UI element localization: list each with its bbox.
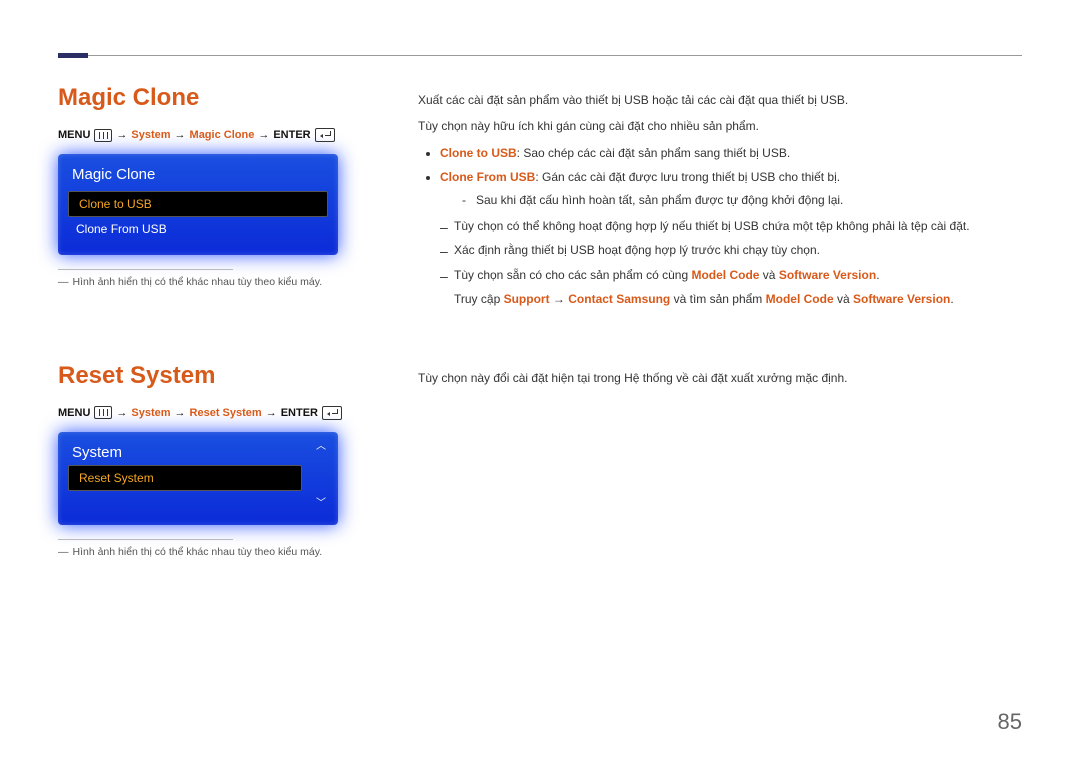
sub-bullet: Sau khi đặt cấu hình hoàn tất, sản phẩm … [462,190,1022,210]
divider [58,269,233,270]
osd-panel-magic-clone: Magic Clone Clone to USB Clone From USB [58,154,338,255]
page-number: 85 [998,709,1022,735]
enter-icon [322,406,342,420]
arrow-icon: → [116,407,127,419]
note-text: ―Hình ảnh hiển thị có thể khác nhau tùy … [58,546,358,558]
bullet-text: : Sao chép các cài đặt sản phẩm sang thi… [517,146,791,160]
text-frag-hl: Model Code [766,292,834,306]
breadcrumb-enter: ENTER [273,129,310,141]
text-frag: . [876,268,879,282]
text-frag: . [950,292,953,306]
enter-icon [315,128,335,142]
arrow-icon: → [175,407,186,419]
text-frag-hl: Software Version [853,292,950,306]
note-label: Hình ảnh hiển thị có thể khác nhau tùy t… [73,546,323,558]
desc-line: Xuất các cài đặt sản phẩm vào thiết bị U… [418,90,1022,110]
arrow-icon: → [266,407,277,419]
osd-panel-system: System Reset System ︿ ﹀ [58,432,338,525]
text-frag: và tìm sản phẩm [670,292,765,306]
bullet-clone-to-usb: Clone to USB: Sao chép các cài đặt sản p… [440,143,1022,163]
bullet-text: : Gán các cài đặt được lưu trong thiết b… [535,170,840,184]
breadcrumb-reset-system: Reset System [190,407,262,419]
text-frag: → [550,292,569,306]
bullet-clone-from-usb: Clone From USB: Gán các cài đặt được lưu… [440,167,1022,210]
top-rule [58,55,1022,56]
dash-note: Tùy chọn sẵn có cho các sản phẩm có cùng… [440,265,1022,310]
osd-item-reset-system[interactable]: Reset System [68,465,302,491]
sub-line: Truy cập Support → Contact Samsung và tì… [454,289,1022,309]
text-frag-hl: Software Version [779,268,876,282]
breadcrumb: MENU → System → Reset System → ENTER [58,406,358,420]
chevron-up-icon[interactable]: ︿ [316,442,326,452]
text-frag: Tùy chọn sẵn có cho các sản phẩm có cùng [454,268,691,282]
description-magic-clone: Xuất các cài đặt sản phẩm vào thiết bị U… [418,84,1022,316]
text-frag: và [834,292,853,306]
osd-item-clone-from-usb[interactable]: Clone From USB [66,217,330,241]
bullet-label: Clone to USB [440,146,517,160]
text-frag: và [759,268,778,282]
breadcrumb-system: System [131,407,170,419]
osd-item-clone-to-usb[interactable]: Clone to USB [68,191,328,217]
desc-line: Tùy chọn này đổi cài đặt hiện tại trong … [418,368,1022,388]
breadcrumb-menu: MENU [58,407,90,419]
menu-icon [94,129,112,142]
chevron-down-icon[interactable]: ﹀ [316,499,326,509]
text-frag: Truy cập [454,292,504,306]
osd-title: Magic Clone [66,162,330,191]
text-frag-hl: Model Code [691,268,759,282]
breadcrumb-menu: MENU [58,129,90,141]
section-title: Reset System [58,362,358,390]
dash-note: Xác định rằng thiết bị USB hoạt động hợp… [440,240,1022,260]
note-text: ―Hình ảnh hiển thị có thể khác nhau tùy … [58,276,358,288]
arrow-icon: → [116,129,127,141]
bullet-label: Clone From USB [440,170,535,184]
breadcrumb: MENU → System → Magic Clone → ENTER [58,128,358,142]
menu-icon [94,406,112,419]
breadcrumb-magic-clone: Magic Clone [190,129,255,141]
section-title: Magic Clone [58,84,358,112]
arrow-icon: → [175,129,186,141]
breadcrumb-system: System [131,129,170,141]
section-reset-system: Reset System MENU → System → Reset Syste… [58,362,1022,558]
breadcrumb-enter: ENTER [281,407,318,419]
section-magic-clone: Magic Clone MENU → System → Magic Clone … [58,84,1022,316]
arrow-icon: → [258,129,269,141]
text-frag-hl: Support [504,292,550,306]
desc-line: Tùy chọn này hữu ích khi gán cùng cài đặ… [418,116,1022,136]
dash-note: Tùy chọn có thể không hoạt động hợp lý n… [440,216,1022,236]
note-label: Hình ảnh hiển thị có thể khác nhau tùy t… [73,276,323,288]
divider [58,539,233,540]
text-frag-hl: Contact Samsung [568,292,670,306]
osd-title: System [66,440,304,465]
description-reset-system: Tùy chọn này đổi cài đặt hiện tại trong … [418,362,1022,558]
